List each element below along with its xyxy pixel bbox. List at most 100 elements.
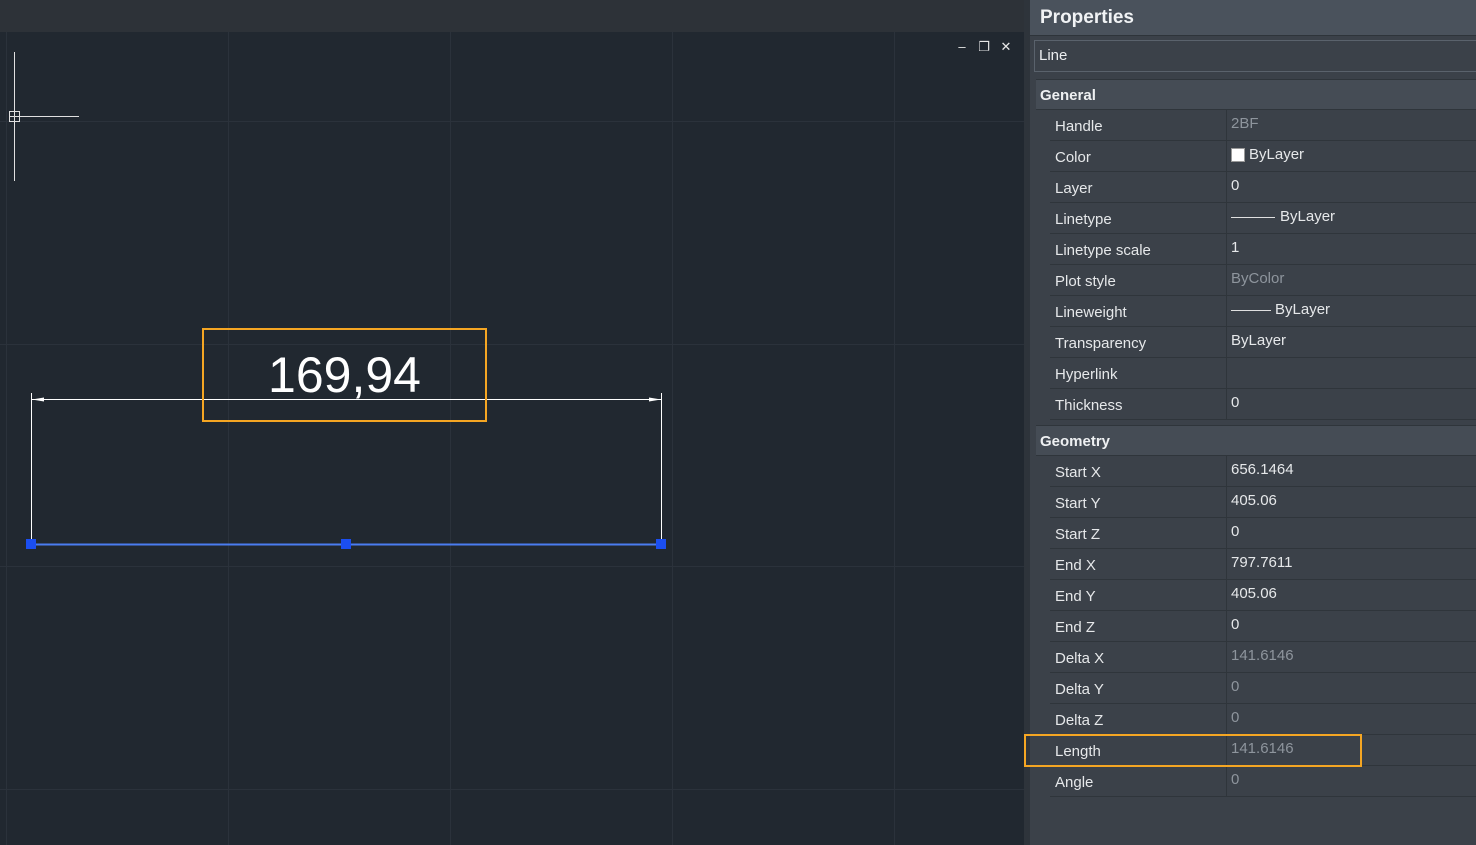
property-name: Linetype (1050, 203, 1227, 233)
property-value: 0 (1227, 704, 1476, 732)
lineweight-preview-icon (1231, 309, 1271, 311)
property-value[interactable]: 0 (1227, 611, 1476, 639)
dimension-arrow-left-icon (32, 397, 44, 402)
property-value-text: 2BF (1231, 115, 1259, 132)
restore-icon[interactable]: ❐ (978, 40, 990, 54)
property-value-text: 0 (1231, 678, 1240, 695)
geometry-rows: Start X 656.1464 Start Y 405.06 Start Z 0 End … (1050, 456, 1476, 797)
drawing-canvas[interactable] (0, 0, 1024, 845)
property-row-start-x[interactable]: Start X 656.1464 (1050, 456, 1476, 487)
property-row-end-x[interactable]: End X 797.7611 (1050, 549, 1476, 580)
property-value-text: ByLayer (1231, 332, 1287, 349)
property-value-text: 405.06 (1231, 492, 1277, 509)
property-value[interactable] (1227, 358, 1476, 386)
property-name: Linetype scale (1050, 234, 1227, 264)
property-name: End Y (1050, 580, 1227, 610)
properties-panel: Properties Line General Handle 2BF Color By… (1030, 0, 1476, 845)
grip-end (656, 539, 666, 549)
grip-start (26, 539, 36, 549)
property-name: Color (1050, 141, 1227, 171)
property-value[interactable]: 0 (1227, 172, 1476, 200)
property-value-text: 141.6146 (1231, 740, 1294, 757)
property-value-text: 0 (1231, 616, 1240, 633)
property-value[interactable]: 656.1464 (1227, 456, 1476, 484)
property-value-text: 0 (1231, 771, 1240, 788)
property-value-text: 0 (1231, 523, 1240, 540)
property-name: Delta X (1050, 642, 1227, 672)
property-value: 141.6146 (1227, 642, 1476, 670)
property-value[interactable]: ByLayer (1227, 203, 1476, 231)
property-value[interactable]: 405.06 (1227, 580, 1476, 608)
property-value-text: 656.1464 (1231, 461, 1294, 478)
property-value-text: 141.6146 (1231, 647, 1294, 664)
property-value[interactable]: 405.06 (1227, 487, 1476, 515)
property-row-delta-y[interactable]: Delta Y0 (1050, 673, 1476, 704)
property-value-text: ByColor (1231, 270, 1285, 287)
property-name: Start X (1050, 456, 1227, 486)
property-row-start-y[interactable]: Start Y 405.06 (1050, 487, 1476, 518)
property-row-end-z[interactable]: End Z0 (1050, 611, 1476, 642)
grip-midpoint (341, 539, 351, 549)
property-row-delta-z[interactable]: Delta Z0 (1050, 704, 1476, 735)
property-row-linetype-scale[interactable]: Linetype scale 1 (1050, 234, 1476, 265)
property-row-lineweight[interactable]: Lineweight ByLayer (1050, 296, 1476, 327)
property-name: Angle (1050, 766, 1227, 796)
property-value-text: 0 (1231, 709, 1240, 726)
property-value: 0 (1227, 673, 1476, 701)
linetype-preview-icon (1231, 216, 1275, 218)
property-name: Layer (1050, 172, 1227, 202)
crosshair-cursor-icon (9, 52, 79, 181)
property-value[interactable]: ByLayer (1227, 296, 1476, 324)
property-row-color[interactable]: Color ByLayer (1050, 141, 1476, 172)
property-value-text: ByLayer (1275, 301, 1331, 318)
property-name: Start Z (1050, 518, 1227, 548)
property-row-start-z[interactable]: Start Z0 (1050, 518, 1476, 549)
property-row-thickness[interactable]: Thickness 0 (1050, 389, 1476, 420)
property-name: Length (1050, 735, 1227, 765)
property-value[interactable]: ByLayer (1227, 327, 1476, 355)
viewport-window-controls: – ❐ ✕ (956, 40, 1012, 54)
property-row-end-y[interactable]: End Y 405.06 (1050, 580, 1476, 611)
entity-type-selector[interactable]: Line (1034, 40, 1476, 72)
property-name: Hyperlink (1050, 358, 1227, 388)
property-row-layer[interactable]: Layer 0 (1050, 172, 1476, 203)
property-row-delta-x[interactable]: Delta X 141.6146 (1050, 642, 1476, 673)
property-row-handle[interactable]: Handle 2BF (1050, 110, 1476, 141)
property-name: Start Y (1050, 487, 1227, 517)
dimension-arrow-right-icon (649, 397, 661, 402)
section-geometry[interactable]: Geometry (1036, 425, 1476, 456)
grid (0, 32, 1024, 845)
property-name: Thickness (1050, 389, 1227, 419)
color-swatch-icon (1231, 148, 1245, 162)
drawing-viewport[interactable]: – ❐ ✕ 169,94 (0, 0, 1024, 845)
property-value[interactable]: 1 (1227, 234, 1476, 262)
property-name: Handle (1050, 110, 1227, 140)
property-value-text: 405.06 (1231, 585, 1277, 602)
property-row-length[interactable]: Length 141.6146 (1050, 735, 1476, 766)
property-value[interactable]: ByLayer (1227, 141, 1476, 169)
property-value[interactable]: 797.7611 (1227, 549, 1476, 577)
property-name: Transparency (1050, 327, 1227, 357)
property-row-hyperlink[interactable]: Hyperlink (1050, 358, 1476, 389)
close-icon[interactable]: ✕ (1000, 40, 1012, 54)
property-row-transparency[interactable]: Transparency ByLayer (1050, 327, 1476, 358)
property-row-plot-style[interactable]: Plot style ByColor (1050, 265, 1476, 296)
dimension-text[interactable]: 169,94 (203, 329, 486, 420)
property-value-text: 1 (1231, 239, 1240, 256)
general-rows: Handle 2BF Color ByLayer Layer 0 Linetype ByLay… (1050, 110, 1476, 420)
property-value-text: ByLayer (1249, 146, 1305, 163)
property-row-linetype[interactable]: Linetype ByLayer (1050, 203, 1476, 234)
property-name: Lineweight (1050, 296, 1227, 326)
property-name: Delta Y (1050, 673, 1227, 703)
property-value[interactable]: 0 (1227, 389, 1476, 417)
section-general[interactable]: General (1036, 79, 1476, 110)
property-value-text: 0 (1231, 177, 1240, 194)
property-row-angle[interactable]: Angle 0 (1050, 766, 1476, 797)
property-name: Delta Z (1050, 704, 1227, 734)
property-value-text: 0 (1231, 394, 1240, 411)
property-name: End Z (1050, 611, 1227, 641)
property-value-text: ByLayer (1280, 208, 1336, 225)
property-name: Plot style (1050, 265, 1227, 295)
minimize-icon[interactable]: – (956, 40, 968, 54)
property-value[interactable]: 0 (1227, 518, 1476, 546)
